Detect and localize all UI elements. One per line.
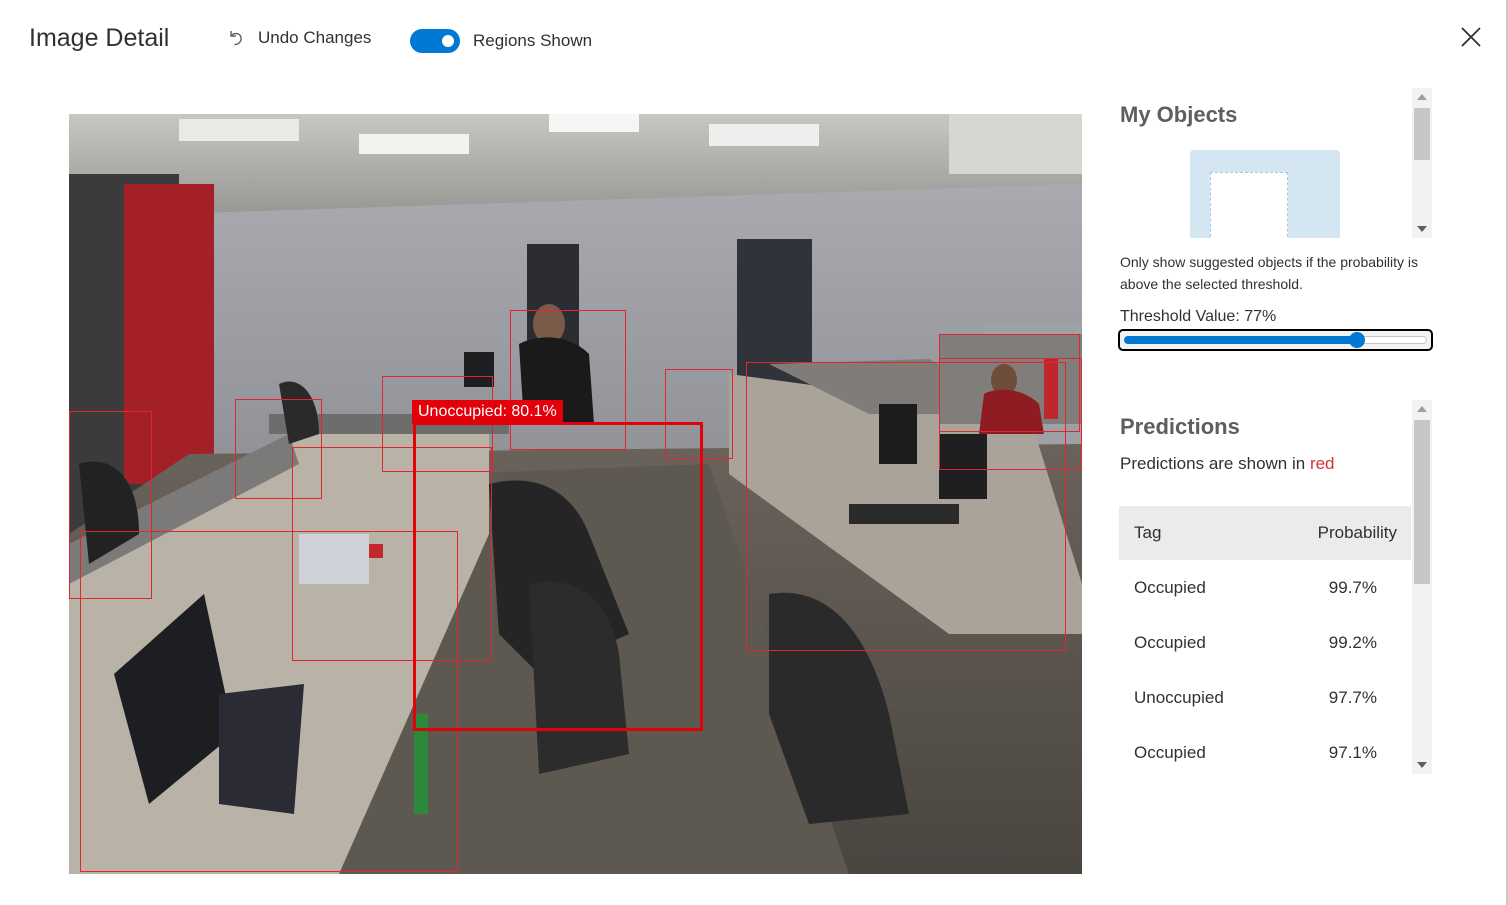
- row-probability: 97.7%: [1328, 687, 1377, 707]
- toggle-knob: [442, 35, 454, 47]
- regions-shown-label: Regions Shown: [473, 31, 593, 50]
- active-region-label: Unoccupied: 80.1%: [412, 400, 563, 424]
- table-header-row: Tag Probability: [1119, 506, 1411, 560]
- threshold-slider[interactable]: [1118, 329, 1433, 351]
- object-thumbnail-placeholder: [1210, 172, 1288, 238]
- region-box[interactable]: [939, 358, 1082, 470]
- close-icon[interactable]: [1458, 24, 1484, 50]
- office-photo: Unoccupied: 80.1%: [69, 114, 1082, 874]
- table-row[interactable]: Occupied 99.2%: [1119, 615, 1411, 670]
- predictions-title: Predictions: [1120, 414, 1240, 439]
- threshold-hint: Only show suggested objects if the proba…: [1120, 254, 1419, 292]
- column-header-tag[interactable]: Tag: [1119, 523, 1299, 543]
- slider-fill: [1124, 336, 1357, 344]
- header-bar: Image Detail Undo Changes Regions Shown: [0, 0, 1508, 80]
- toggle-switch[interactable]: [410, 29, 460, 53]
- predictions-section: Predictions Predictions are shown in red…: [1118, 400, 1432, 776]
- predictions-scrollbar[interactable]: [1412, 400, 1432, 774]
- scroll-down-icon[interactable]: [1417, 226, 1427, 232]
- my-objects-title: My Objects: [1120, 102, 1238, 127]
- my-objects-section: My Objects: [1118, 88, 1432, 238]
- row-probability: 99.2%: [1328, 632, 1377, 652]
- my-objects-scrollbar[interactable]: [1412, 88, 1432, 238]
- scrollbar-thumb[interactable]: [1414, 420, 1430, 584]
- page-title: Image Detail: [29, 24, 170, 52]
- scroll-up-icon[interactable]: [1417, 94, 1427, 100]
- slider-track: [1357, 336, 1427, 344]
- scrollbar-thumb[interactable]: [1414, 108, 1430, 160]
- predictions-table: Tag Probability Occupied 99.7% Occupied …: [1119, 506, 1411, 776]
- slider-handle[interactable]: [1349, 332, 1365, 348]
- predictions-color-word: red: [1309, 454, 1335, 473]
- row-tag: Occupied: [1134, 632, 1206, 652]
- active-region-box[interactable]: [413, 422, 703, 731]
- table-row[interactable]: Occupied 97.1%: [1119, 725, 1411, 776]
- row-tag: Occupied: [1134, 577, 1206, 597]
- region-box[interactable]: [80, 531, 458, 872]
- row-tag: Occupied: [1134, 742, 1206, 762]
- table-row[interactable]: Occupied 99.7%: [1119, 560, 1411, 615]
- undo-changes-label: Undo Changes: [258, 28, 372, 47]
- row-probability: 97.1%: [1328, 742, 1377, 762]
- table-row[interactable]: Unoccupied 97.7%: [1119, 670, 1411, 725]
- undo-icon: [230, 31, 242, 46]
- predictions-subtitle: Predictions are shown in red: [1120, 454, 1335, 474]
- row-probability: 99.7%: [1328, 577, 1377, 597]
- column-header-probability[interactable]: Probability: [1299, 523, 1411, 543]
- row-tag: Unoccupied: [1134, 687, 1224, 707]
- regions-shown-toggle[interactable]: Regions Shown: [410, 29, 592, 53]
- scroll-up-icon[interactable]: [1417, 406, 1427, 412]
- undo-changes-button[interactable]: Undo Changes: [226, 28, 371, 48]
- scroll-down-icon[interactable]: [1417, 762, 1427, 768]
- threshold-value-label: Threshold Value: 77%: [1120, 308, 1277, 325]
- object-thumbnail[interactable]: [1190, 150, 1340, 238]
- predictions-subtitle-text: Predictions are shown in: [1120, 454, 1310, 473]
